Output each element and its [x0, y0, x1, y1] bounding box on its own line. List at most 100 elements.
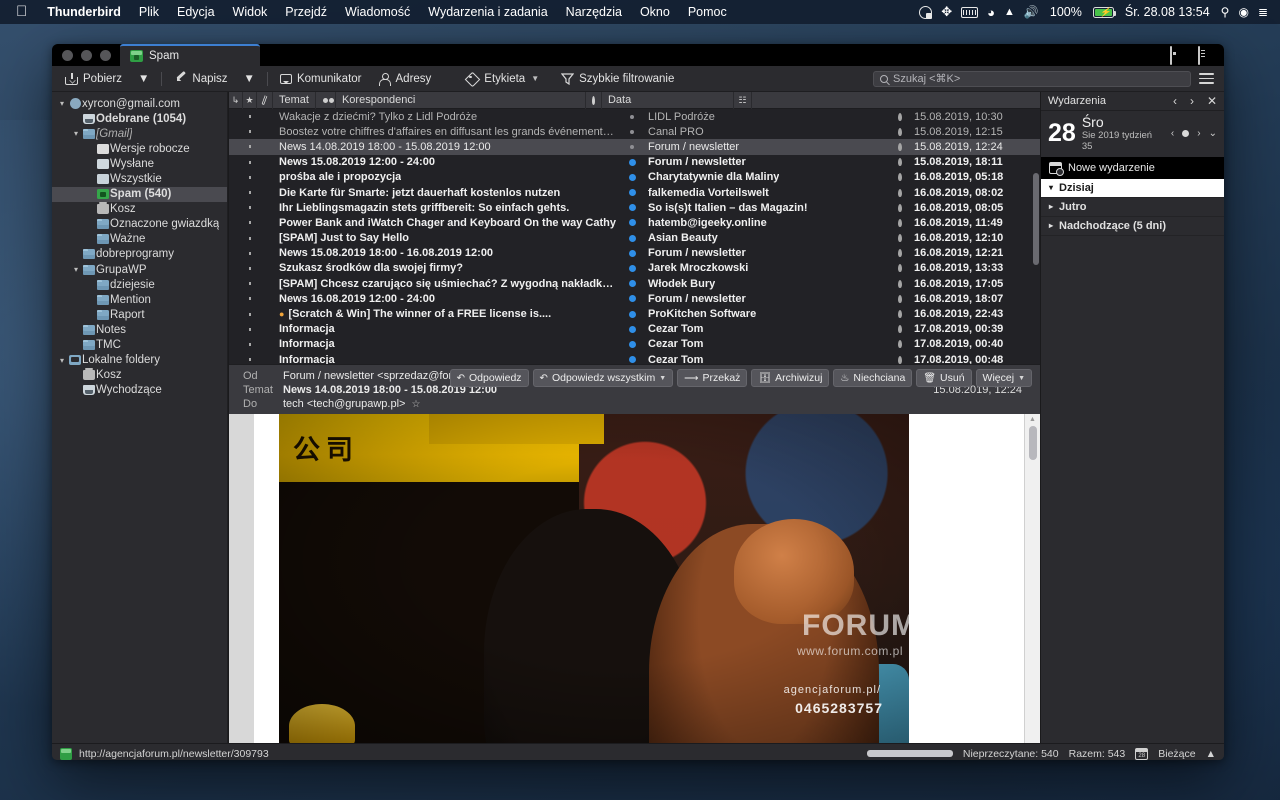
unread-cell[interactable]: [622, 337, 642, 352]
wifi-icon[interactable]: ◕: [987, 5, 995, 20]
address-book-button[interactable]: Adresy: [371, 69, 439, 88]
keyboard-icon[interactable]: [961, 6, 979, 18]
calendar-tab-icon[interactable]: [1170, 46, 1184, 65]
message-row[interactable]: Informacja Cezar Tom 17.08.2019, 00:39: [229, 322, 1040, 337]
expand-icon[interactable]: ⌄: [1209, 128, 1217, 139]
folder-item[interactable]: ▾ GrupaWP: [52, 262, 227, 277]
folder-item[interactable]: Kosz: [52, 368, 227, 383]
star-cell[interactable]: [243, 170, 257, 185]
unread-cell[interactable]: [622, 139, 642, 154]
folder-item[interactable]: Oznaczone gwiazdką: [52, 217, 227, 232]
message-row[interactable]: [SPAM] Chcesz czarująco się uśmiechać? Z…: [229, 276, 1040, 291]
search-input[interactable]: Szukaj <⌘K>: [873, 70, 1191, 87]
column-header-thread[interactable]: ↳: [229, 91, 243, 109]
menu-item-pomoc[interactable]: Pomoc: [679, 5, 736, 19]
unread-cell[interactable]: [622, 155, 642, 170]
control-center-icon[interactable]: ≣: [1258, 5, 1268, 19]
previous-icon[interactable]: ‹: [1173, 94, 1177, 108]
get-messages-dropdown[interactable]: ▼: [131, 70, 156, 88]
today-pane-section[interactable]: ▸ Nadchodzące (5 dni): [1041, 217, 1224, 236]
column-picker-button[interactable]: ☷: [734, 91, 752, 109]
reply-button[interactable]: ↶ Odpowiedz: [449, 369, 529, 387]
calendar-status-icon[interactable]: 28: [1135, 747, 1149, 760]
prev-day-icon[interactable]: ‹: [1171, 128, 1174, 139]
column-header-subject[interactable]: Temat: [273, 91, 316, 109]
volume-icon[interactable]: 🔊: [1024, 5, 1039, 19]
star-icon-to[interactable]: ☆: [411, 399, 420, 410]
folder-item[interactable]: Odebrane (1054): [52, 111, 227, 126]
star-cell[interactable]: [243, 109, 257, 124]
message-row[interactable]: Die Karte für Smarte: jetzt dauerhaft ko…: [229, 185, 1040, 200]
apple-menu-icon[interactable]: : [8, 4, 38, 21]
delete-button[interactable]: 🗑 Usuń: [916, 369, 972, 387]
folder-item[interactable]: Kosz: [52, 202, 227, 217]
spotlight-search-icon[interactable]: ⚲: [1221, 5, 1230, 19]
next-day-icon[interactable]: ›: [1197, 128, 1200, 139]
message-row[interactable]: News 15.08.2019 18:00 - 16.08.2019 12:00…: [229, 246, 1040, 261]
star-cell[interactable]: [243, 139, 257, 154]
siri-icon[interactable]: ◉: [1238, 5, 1248, 19]
folder-item[interactable]: dobreprogramy: [52, 247, 227, 262]
menu-item-edycja[interactable]: Edycja: [168, 5, 224, 19]
to-value[interactable]: tech <tech@grupawp.pl>: [283, 398, 405, 410]
unread-cell[interactable]: [622, 352, 642, 364]
write-dropdown[interactable]: ▼: [237, 70, 262, 88]
folder-item[interactable]: Raport: [52, 307, 227, 322]
unread-cell[interactable]: [622, 124, 642, 139]
message-row[interactable]: [SPAM] Just to Say Hello Asian Beauty 16.0…: [229, 231, 1040, 246]
folder-item[interactable]: ▾ Lokalne foldery: [52, 353, 227, 368]
folder-item[interactable]: Wersje robocze: [52, 141, 227, 156]
unread-cell[interactable]: [622, 231, 642, 246]
menu-item-okno[interactable]: Okno: [631, 5, 679, 19]
scroll-up-arrow-icon[interactable]: ▲: [1029, 416, 1036, 423]
star-cell[interactable]: [243, 276, 257, 291]
message-row[interactable]: Power Bank and iWatch Chager and Keyboar…: [229, 215, 1040, 230]
menu-item-narzedzia[interactable]: Narzędzia: [557, 5, 631, 19]
today-pane-section[interactable]: ▾ Dzisiaj: [1041, 178, 1224, 198]
menu-item-wydarzenia-i-zadania[interactable]: Wydarzenia i zadania: [419, 5, 556, 19]
close-icon[interactable]: ✕: [1207, 94, 1217, 108]
folder-item[interactable]: ▾ [Gmail]: [52, 126, 227, 141]
unread-cell[interactable]: [622, 170, 642, 185]
scrollbar-thumb[interactable]: [1029, 426, 1037, 460]
message-list[interactable]: Wakacje z dziećmi? Tylko z Lidl Podróże L…: [229, 109, 1040, 364]
reply-all-button[interactable]: ↶ Odpowiedz wszystkim ▼: [532, 369, 674, 387]
message-row[interactable]: Informacja Cezar Tom 17.08.2019, 00:48: [229, 352, 1040, 364]
unread-cell[interactable]: [622, 291, 642, 306]
message-row[interactable]: News 16.08.2019 12:00 - 24:00 Forum / new…: [229, 291, 1040, 306]
column-header-att2[interactable]: [586, 91, 602, 109]
folder-item[interactable]: Notes: [52, 322, 227, 337]
column-header-correspondents[interactable]: Korespondenci: [336, 91, 586, 109]
star-cell[interactable]: [243, 246, 257, 261]
clock-label[interactable]: Śr. 28.08 13:54: [1123, 5, 1212, 19]
folder-item[interactable]: dziejesie: [52, 277, 227, 292]
star-cell[interactable]: [243, 215, 257, 230]
message-row[interactable]: Wakacje z dziećmi? Tylko z Lidl Podróże L…: [229, 109, 1040, 124]
menu-item-przejdz[interactable]: Przejdź: [276, 5, 336, 19]
message-row[interactable]: ● [Scratch & Win] The winner of a FREE li…: [229, 306, 1040, 321]
folder-item[interactable]: Wysłane: [52, 156, 227, 171]
more-button[interactable]: Więcej ▼: [975, 369, 1032, 387]
message-row[interactable]: Boostez votre chiffres d'affaires en dif…: [229, 124, 1040, 139]
close-window-button[interactable]: [62, 50, 73, 61]
star-cell[interactable]: [243, 352, 257, 364]
maximize-window-button[interactable]: [100, 50, 111, 61]
folder-item[interactable]: Wychodzące: [52, 383, 227, 398]
folder-item[interactable]: ▾ xyrcon@gmail.com: [52, 96, 227, 111]
next-icon[interactable]: ›: [1190, 94, 1194, 108]
unread-cell[interactable]: [622, 276, 642, 291]
folder-item[interactable]: Mention: [52, 292, 227, 307]
folder-twisty-icon[interactable]: ▾: [56, 99, 68, 108]
folder-item[interactable]: Ważne: [52, 232, 227, 247]
today-dot-icon[interactable]: [1182, 129, 1190, 137]
star-cell[interactable]: [243, 231, 257, 246]
tasks-tab-icon[interactable]: [1198, 46, 1212, 65]
today-pane-section[interactable]: ▸ Jutro: [1041, 198, 1224, 217]
unread-cell[interactable]: [622, 200, 642, 215]
star-cell[interactable]: [243, 322, 257, 337]
chevron-up-icon[interactable]: ▲: [1206, 748, 1216, 760]
tab-spam[interactable]: Spam: [120, 44, 260, 66]
current-label[interactable]: Bieżące: [1158, 748, 1195, 760]
unread-cell[interactable]: [622, 215, 642, 230]
folder-twisty-icon[interactable]: ▾: [70, 265, 82, 274]
